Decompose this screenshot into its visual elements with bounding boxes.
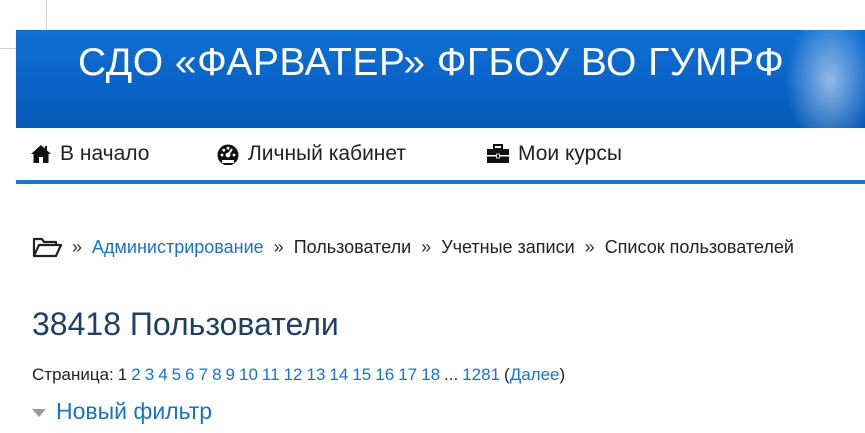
breadcrumb-item-accounts: Учетные записи: [441, 236, 575, 257]
pagination-page-link[interactable]: 18: [421, 365, 440, 384]
page: СДО «ФАРВАТЕР» ФГБОУ ВО ГУМРФ В начало Л…: [16, 30, 865, 433]
pagination-page-link[interactable]: 7: [199, 365, 208, 384]
briefcase-icon: [486, 144, 518, 164]
pagination-page-link[interactable]: 15: [352, 365, 371, 384]
nav-personal-cabinet[interactable]: Личный кабинет: [216, 142, 406, 166]
pagination-ellipsis: ...: [444, 365, 459, 384]
pagination-page-link[interactable]: 5: [172, 365, 181, 384]
pagination-page-link[interactable]: 8: [212, 365, 221, 384]
site-banner[interactable]: СДО «ФАРВАТЕР» ФГБОУ ВО ГУМРФ: [16, 30, 865, 128]
nav-home-label: В начало: [60, 142, 150, 165]
new-filter-toggle[interactable]: Новый фильтр: [32, 398, 212, 425]
breadcrumb-separator: »: [273, 236, 284, 257]
pagination-page-link[interactable]: 6: [185, 365, 194, 384]
breadcrumb-link-administration[interactable]: Администрирование: [92, 237, 264, 258]
pagination-page-link[interactable]: 2: [131, 365, 140, 384]
pagination-page-link[interactable]: 14: [329, 365, 348, 384]
pagination-label: Страница:: [32, 365, 114, 384]
pagination-page-link[interactable]: 13: [307, 365, 326, 384]
pagination-page-link[interactable]: 11: [262, 365, 280, 384]
pagination-page-link[interactable]: 16: [375, 365, 394, 384]
breadcrumb-separator: »: [584, 236, 595, 257]
pagination-page-link[interactable]: 4: [158, 365, 167, 384]
new-filter-label: Новый фильтр: [56, 398, 213, 424]
pagination-paren-close: ): [559, 365, 566, 384]
pagination: Страница: 1 2 3 4 5 6 7 8 9 10 11 12 13 14 15 16 17 18... 1…: [32, 365, 565, 385]
breadcrumb: » Администрирование » Пользователи » Уче…: [32, 233, 865, 261]
banner-glow: [785, 30, 865, 128]
pagination-page-link[interactable]: 10: [239, 365, 258, 384]
nav-courses-label: Мои курсы: [518, 142, 622, 165]
nav-home[interactable]: В начало: [30, 142, 149, 166]
pagination-page-link[interactable]: 9: [226, 365, 235, 384]
home-icon: [30, 144, 60, 164]
dashboard-icon: [216, 143, 248, 165]
page-title: 38418 Пользователи: [32, 306, 339, 342]
pagination-page-link[interactable]: 17: [398, 365, 417, 384]
pagination-next-link[interactable]: Далее: [510, 365, 560, 384]
folder-open-icon[interactable]: [32, 236, 62, 258]
breadcrumb-separator: »: [421, 236, 432, 257]
breadcrumb-item-user-list: Список пользователей: [604, 236, 794, 257]
nav-my-courses[interactable]: Мои курсы: [486, 142, 622, 166]
pagination-current-page: 1: [117, 365, 128, 384]
site-title[interactable]: СДО «ФАРВАТЕР» ФГБОУ ВО ГУМРФ: [78, 41, 784, 85]
main-navbar: В начало Личный кабинет Мои курсы: [16, 128, 865, 184]
caret-down-icon: [32, 408, 46, 417]
pagination-page-link[interactable]: 12: [284, 365, 303, 384]
breadcrumb-separator: »: [72, 236, 83, 257]
pagination-page-link[interactable]: 3: [145, 365, 154, 384]
pagination-page-last[interactable]: 1281: [462, 365, 500, 384]
breadcrumb-item-users: Пользователи: [293, 236, 412, 257]
nav-cabinet-label: Личный кабинет: [248, 142, 406, 165]
